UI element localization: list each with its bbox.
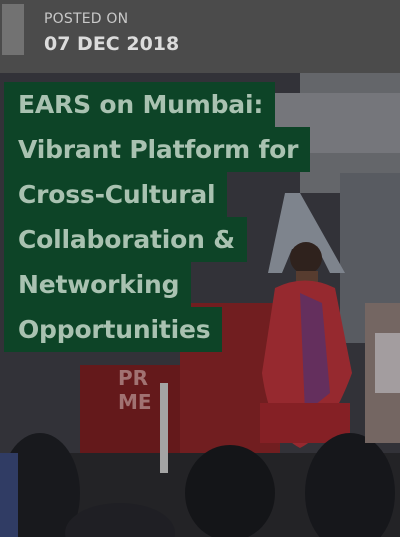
title-line-6[interactable]: Opportunities <box>4 307 223 352</box>
posted-on-label: POSTED ON <box>44 11 129 27</box>
date-accent-bar <box>2 4 24 55</box>
title-line-3[interactable]: Cross-Cultural <box>4 172 228 217</box>
post-title[interactable]: EARS on Mumbai: Vibrant Platform for Cro… <box>4 82 311 352</box>
title-line-2[interactable]: Vibrant Platform for <box>4 127 311 172</box>
title-line-4[interactable]: Collaboration & <box>4 217 247 262</box>
post-date-header: POSTED ON 07 DEC 2018 <box>0 0 400 73</box>
post-date: 07 DEC 2018 <box>44 33 180 55</box>
title-line-1[interactable]: EARS on Mumbai: <box>4 82 276 127</box>
title-line-5[interactable]: Networking <box>4 262 192 307</box>
